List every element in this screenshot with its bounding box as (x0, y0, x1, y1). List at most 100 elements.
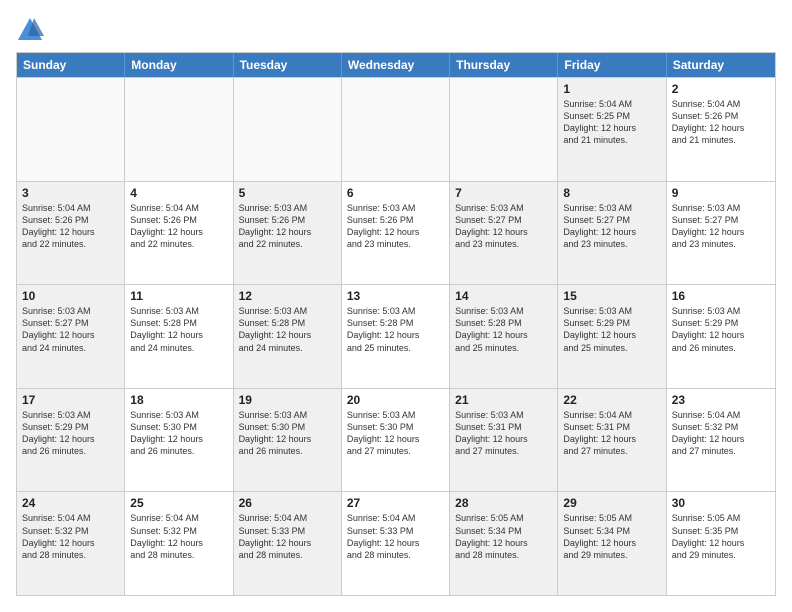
calendar-cell-25: 25 Sunrise: 5:04 AM Sunset: 5:32 PM Dayli… (125, 492, 233, 595)
calendar-row-1: 3 Sunrise: 5:04 AM Sunset: 5:26 PM Daylig… (17, 181, 775, 285)
day-info: Sunrise: 5:05 AM Sunset: 5:35 PM Dayligh… (672, 512, 770, 561)
day-number: 29 (563, 496, 660, 510)
day-number: 7 (455, 186, 552, 200)
page: SundayMondayTuesdayWednesdayThursdayFrid… (0, 0, 792, 612)
day-info: Sunrise: 5:04 AM Sunset: 5:26 PM Dayligh… (672, 98, 770, 147)
day-info: Sunrise: 5:04 AM Sunset: 5:26 PM Dayligh… (130, 202, 227, 251)
calendar-cell-11: 11 Sunrise: 5:03 AM Sunset: 5:28 PM Dayli… (125, 285, 233, 388)
day-info: Sunrise: 5:03 AM Sunset: 5:30 PM Dayligh… (130, 409, 227, 458)
calendar-cell-3: 3 Sunrise: 5:04 AM Sunset: 5:26 PM Daylig… (17, 182, 125, 285)
day-info: Sunrise: 5:04 AM Sunset: 5:33 PM Dayligh… (347, 512, 444, 561)
day-info: Sunrise: 5:03 AM Sunset: 5:27 PM Dayligh… (22, 305, 119, 354)
header-day-friday: Friday (558, 53, 666, 77)
calendar-cell-27: 27 Sunrise: 5:04 AM Sunset: 5:33 PM Dayli… (342, 492, 450, 595)
day-number: 18 (130, 393, 227, 407)
header-day-saturday: Saturday (667, 53, 775, 77)
calendar-cell-empty-0-0 (17, 78, 125, 181)
day-number: 20 (347, 393, 444, 407)
day-number: 3 (22, 186, 119, 200)
logo (16, 16, 46, 44)
day-number: 16 (672, 289, 770, 303)
calendar-cell-empty-0-2 (234, 78, 342, 181)
day-info: Sunrise: 5:04 AM Sunset: 5:26 PM Dayligh… (22, 202, 119, 251)
calendar-cell-12: 12 Sunrise: 5:03 AM Sunset: 5:28 PM Dayli… (234, 285, 342, 388)
day-number: 12 (239, 289, 336, 303)
day-info: Sunrise: 5:03 AM Sunset: 5:28 PM Dayligh… (347, 305, 444, 354)
day-number: 23 (672, 393, 770, 407)
calendar-header: SundayMondayTuesdayWednesdayThursdayFrid… (17, 53, 775, 77)
header-day-thursday: Thursday (450, 53, 558, 77)
day-number: 5 (239, 186, 336, 200)
header (16, 16, 776, 44)
calendar-cell-empty-0-1 (125, 78, 233, 181)
day-number: 2 (672, 82, 770, 96)
calendar-cell-9: 9 Sunrise: 5:03 AM Sunset: 5:27 PM Daylig… (667, 182, 775, 285)
calendar-cell-8: 8Sunrise: 5:03 AM Sunset: 5:27 PM Daylig… (558, 182, 666, 285)
day-info: Sunrise: 5:03 AM Sunset: 5:29 PM Dayligh… (22, 409, 119, 458)
calendar-cell-4: 4 Sunrise: 5:04 AM Sunset: 5:26 PM Daylig… (125, 182, 233, 285)
day-info: Sunrise: 5:03 AM Sunset: 5:29 PM Dayligh… (563, 305, 660, 354)
day-info: Sunrise: 5:04 AM Sunset: 5:32 PM Dayligh… (22, 512, 119, 561)
calendar-cell-14: 14 Sunrise: 5:03 AM Sunset: 5:28 PM Dayli… (450, 285, 558, 388)
day-info: Sunrise: 5:05 AM Sunset: 5:34 PM Dayligh… (455, 512, 552, 561)
calendar-row-4: 24 Sunrise: 5:04 AM Sunset: 5:32 PM Dayli… (17, 491, 775, 595)
day-info: Sunrise: 5:03 AM Sunset: 5:28 PM Dayligh… (239, 305, 336, 354)
calendar-cell-13: 13 Sunrise: 5:03 AM Sunset: 5:28 PM Dayli… (342, 285, 450, 388)
calendar-body: 1 Sunrise: 5:04 AM Sunset: 5:25 PM Daylig… (17, 77, 775, 595)
day-info: Sunrise: 5:03 AM Sunset: 5:28 PM Dayligh… (455, 305, 552, 354)
day-number: 28 (455, 496, 552, 510)
calendar-cell-22: 22Sunrise: 5:04 AM Sunset: 5:31 PM Dayli… (558, 389, 666, 492)
calendar-cell-29: 29 Sunrise: 5:05 AM Sunset: 5:34 PM Dayli… (558, 492, 666, 595)
calendar-cell-28: 28 Sunrise: 5:05 AM Sunset: 5:34 PM Dayli… (450, 492, 558, 595)
day-info: Sunrise: 5:03 AM Sunset: 5:28 PM Dayligh… (130, 305, 227, 354)
day-info: Sunrise: 5:03 AM Sunset: 5:27 PM Dayligh… (672, 202, 770, 251)
calendar-cell-1: 1 Sunrise: 5:04 AM Sunset: 5:25 PM Daylig… (558, 78, 666, 181)
day-number: 21 (455, 393, 552, 407)
day-number: 24 (22, 496, 119, 510)
day-number: 13 (347, 289, 444, 303)
day-info: Sunrise: 5:03 AM Sunset: 5:30 PM Dayligh… (239, 409, 336, 458)
calendar-row-3: 17 Sunrise: 5:03 AM Sunset: 5:29 PM Dayli… (17, 388, 775, 492)
day-number: 6 (347, 186, 444, 200)
day-info: Sunrise: 5:04 AM Sunset: 5:32 PM Dayligh… (130, 512, 227, 561)
day-number: 26 (239, 496, 336, 510)
day-info: Sunrise: 5:04 AM Sunset: 5:33 PM Dayligh… (239, 512, 336, 561)
day-info: Sunrise: 5:04 AM Sunset: 5:32 PM Dayligh… (672, 409, 770, 458)
calendar-cell-2: 2 Sunrise: 5:04 AM Sunset: 5:26 PM Daylig… (667, 78, 775, 181)
calendar-cell-17: 17 Sunrise: 5:03 AM Sunset: 5:29 PM Dayli… (17, 389, 125, 492)
calendar-row-0: 1 Sunrise: 5:04 AM Sunset: 5:25 PM Daylig… (17, 77, 775, 181)
calendar: SundayMondayTuesdayWednesdayThursdayFrid… (16, 52, 776, 596)
calendar-cell-15: 15 Sunrise: 5:03 AM Sunset: 5:29 PM Dayli… (558, 285, 666, 388)
day-info: Sunrise: 5:04 AM Sunset: 5:25 PM Dayligh… (563, 98, 660, 147)
day-info: Sunrise: 5:05 AM Sunset: 5:34 PM Dayligh… (563, 512, 660, 561)
calendar-cell-empty-0-4 (450, 78, 558, 181)
calendar-cell-5: 5Sunrise: 5:03 AM Sunset: 5:26 PM Daylig… (234, 182, 342, 285)
day-number: 30 (672, 496, 770, 510)
day-number: 9 (672, 186, 770, 200)
day-number: 1 (563, 82, 660, 96)
calendar-cell-6: 6Sunrise: 5:03 AM Sunset: 5:26 PM Daylig… (342, 182, 450, 285)
day-number: 17 (22, 393, 119, 407)
calendar-cell-7: 7 Sunrise: 5:03 AM Sunset: 5:27 PM Daylig… (450, 182, 558, 285)
day-number: 10 (22, 289, 119, 303)
calendar-cell-empty-0-3 (342, 78, 450, 181)
calendar-cell-26: 26 Sunrise: 5:04 AM Sunset: 5:33 PM Dayli… (234, 492, 342, 595)
calendar-cell-10: 10 Sunrise: 5:03 AM Sunset: 5:27 PM Dayli… (17, 285, 125, 388)
day-number: 14 (455, 289, 552, 303)
day-info: Sunrise: 5:04 AM Sunset: 5:31 PM Dayligh… (563, 409, 660, 458)
day-info: Sunrise: 5:03 AM Sunset: 5:27 PM Dayligh… (455, 202, 552, 251)
day-number: 27 (347, 496, 444, 510)
header-day-tuesday: Tuesday (234, 53, 342, 77)
day-number: 25 (130, 496, 227, 510)
header-day-monday: Monday (125, 53, 233, 77)
calendar-cell-30: 30 Sunrise: 5:05 AM Sunset: 5:35 PM Dayli… (667, 492, 775, 595)
day-number: 4 (130, 186, 227, 200)
day-number: 8 (563, 186, 660, 200)
calendar-row-2: 10 Sunrise: 5:03 AM Sunset: 5:27 PM Dayli… (17, 284, 775, 388)
logo-icon (16, 16, 44, 44)
day-number: 15 (563, 289, 660, 303)
day-info: Sunrise: 5:03 AM Sunset: 5:31 PM Dayligh… (455, 409, 552, 458)
calendar-cell-21: 21 Sunrise: 5:03 AM Sunset: 5:31 PM Dayli… (450, 389, 558, 492)
day-number: 19 (239, 393, 336, 407)
day-number: 11 (130, 289, 227, 303)
